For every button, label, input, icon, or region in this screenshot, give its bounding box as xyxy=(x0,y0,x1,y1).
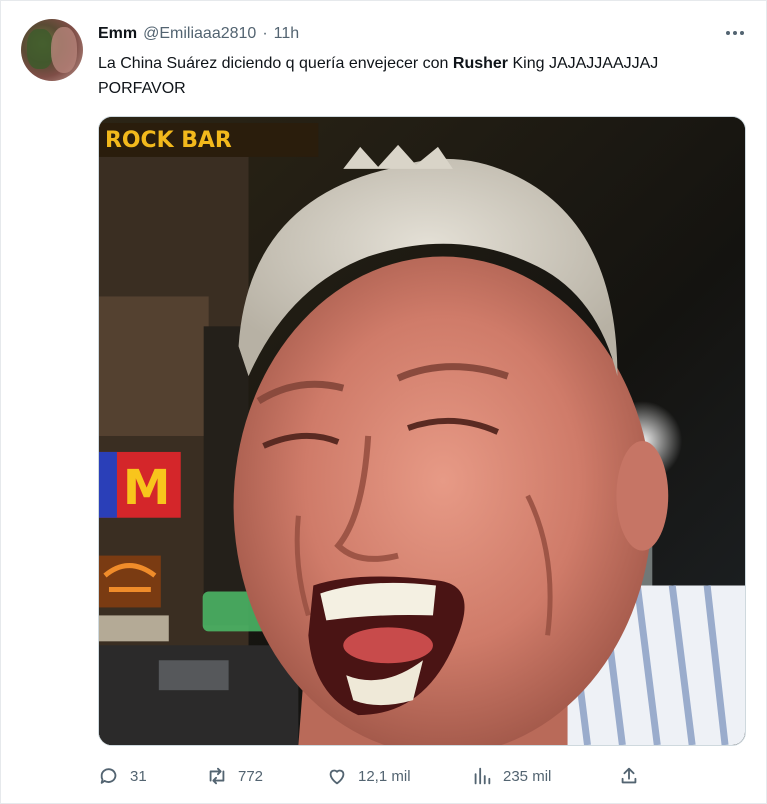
reply-count: 31 xyxy=(130,767,147,785)
separator-dot: · xyxy=(262,25,268,42)
mcdonalds-sign-text: M xyxy=(123,461,171,516)
tweet-card[interactable]: Emm @Emiliaaa2810 · 11h La China Suárez … xyxy=(0,0,767,804)
views-button[interactable]: 235 mil xyxy=(471,761,551,791)
heart-icon xyxy=(329,769,345,785)
share-icon xyxy=(621,767,637,784)
tweet-text: La China Suárez diciendo q quería enveje… xyxy=(98,51,738,101)
laughing-man-photo: ROCK BAR M xyxy=(99,117,745,745)
author-name[interactable]: Emm xyxy=(98,25,137,43)
tweet-time[interactable]: 11h xyxy=(274,25,300,43)
views-count: 235 mil xyxy=(503,767,552,785)
tweet-actions: 31 772 12,1 mil 235 mil xyxy=(98,761,658,791)
tweet-image[interactable]: ROCK BAR M xyxy=(98,116,746,746)
avatar[interactable] xyxy=(21,19,83,81)
reply-button[interactable]: 31 xyxy=(98,761,147,791)
reply-icon xyxy=(100,768,117,784)
retweet-icon xyxy=(209,767,225,785)
views-icon xyxy=(474,767,491,785)
neon-sign-text: ROCK BAR xyxy=(105,128,232,153)
like-count: 12,1 mil xyxy=(358,767,411,785)
author-handle[interactable]: @Emiliaaa2810 xyxy=(143,25,256,43)
tweet-text-bold: Rusher xyxy=(452,55,509,72)
like-button[interactable]: 12,1 mil xyxy=(326,761,411,791)
share-button[interactable] xyxy=(618,761,640,791)
tweet-header: Emm @Emiliaaa2810 · 11h xyxy=(98,25,299,45)
more-icon[interactable] xyxy=(721,21,749,45)
retweet-count: 772 xyxy=(238,767,264,785)
retweet-button[interactable]: 772 xyxy=(206,761,263,791)
tweet-text-part1: La China Suárez diciendo q quería enveje… xyxy=(98,55,453,72)
